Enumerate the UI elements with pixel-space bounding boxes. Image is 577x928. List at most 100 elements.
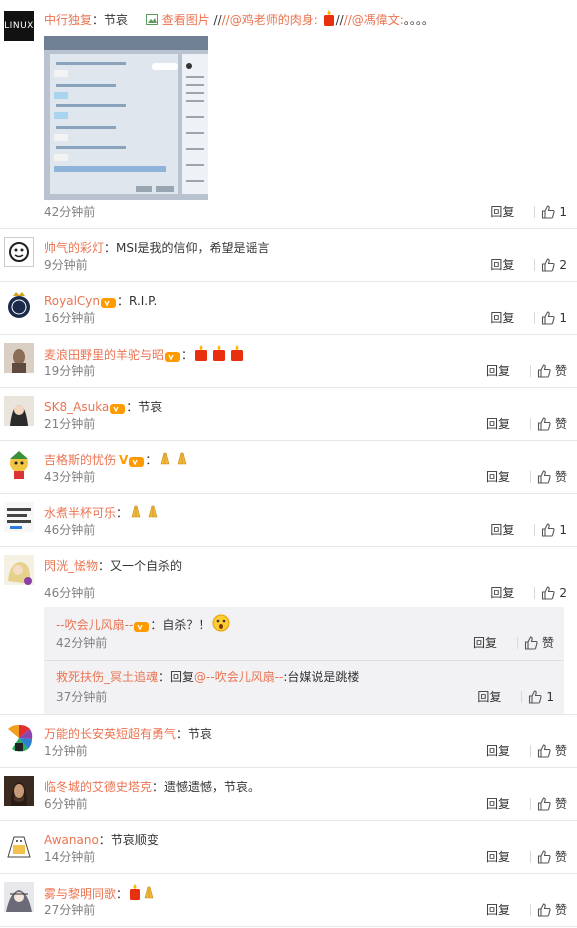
timestamp: 16分钟前 bbox=[44, 311, 96, 325]
comment-tail: 。。。。 bbox=[403, 13, 434, 27]
avatar[interactable] bbox=[4, 449, 34, 479]
comment-meta: 16分钟前 回复 1 bbox=[44, 310, 567, 326]
vip-badge-icon bbox=[165, 350, 181, 362]
avatar[interactable] bbox=[4, 290, 34, 320]
like-label: 赞 bbox=[554, 744, 567, 758]
timestamp: 27分钟前 bbox=[44, 903, 96, 917]
divider bbox=[521, 691, 523, 703]
verified-v-icon: V bbox=[119, 453, 129, 467]
avatar[interactable] bbox=[4, 829, 34, 859]
comment-actions: 回复 赞 bbox=[473, 635, 554, 651]
username-link[interactable]: Awanano bbox=[44, 833, 99, 847]
thumbs-up-icon bbox=[537, 364, 551, 378]
username-link[interactable]: 水煮半杯可乐 bbox=[44, 506, 116, 520]
like-button[interactable]: 1 bbox=[528, 689, 554, 705]
comment-item: 水煮半杯可乐： 46分钟前 回复 1 bbox=[0, 494, 577, 547]
candle-emoji bbox=[322, 10, 336, 31]
reply-button[interactable]: 回复 bbox=[490, 204, 514, 220]
username-link[interactable]: 中行独复 bbox=[44, 13, 92, 27]
comment-item: LINUX 中行独复：节哀 查看图片 ////@鸡老师的肉身: ////@馮偉文… bbox=[0, 0, 577, 229]
like-button[interactable]: 2 bbox=[541, 257, 567, 273]
reply-button[interactable]: 回复 bbox=[486, 363, 510, 379]
username-link[interactable]: --吹会儿风扇-- bbox=[56, 618, 133, 632]
username-link[interactable]: 麦浪田野里的羊驼与昭 bbox=[44, 348, 164, 362]
like-button[interactable]: 2 bbox=[541, 585, 567, 601]
shocked-emoji bbox=[212, 614, 230, 637]
comment-meta: 9分钟前 回复 2 bbox=[44, 257, 567, 273]
avatar[interactable] bbox=[4, 723, 34, 753]
comment-text: 节哀 bbox=[104, 13, 129, 27]
comment-actions: 回复 赞 bbox=[486, 363, 567, 379]
colon: ： bbox=[92, 13, 105, 27]
username-link[interactable]: 雾与黎明同歌 bbox=[44, 887, 116, 901]
reply-button[interactable]: 回复 bbox=[490, 310, 514, 326]
mention-link[interactable]: @--吹会儿风扇-- bbox=[194, 670, 283, 684]
avatar[interactable] bbox=[4, 343, 34, 373]
username-link[interactable]: 救死扶伤_冥土追魂 bbox=[56, 670, 158, 684]
like-button[interactable]: 赞 bbox=[537, 363, 567, 379]
comment-item: SK8_Asuka ：节哀 21分钟前 回复 赞 bbox=[0, 388, 577, 441]
avatar[interactable] bbox=[4, 237, 34, 267]
timestamp: 42分钟前 bbox=[56, 636, 108, 650]
thumbs-up-icon bbox=[537, 417, 551, 431]
view-image-link[interactable]: 查看图片 bbox=[162, 13, 210, 27]
comment-text-line: 临冬城的艾德史塔克：遗憾遗憾，节哀。 bbox=[44, 778, 567, 796]
thumbs-up-icon bbox=[537, 744, 551, 758]
like-button[interactable]: 赞 bbox=[537, 849, 567, 865]
reply-button[interactable]: 回复 bbox=[477, 689, 501, 705]
avatar[interactable] bbox=[4, 502, 34, 532]
like-button[interactable]: 赞 bbox=[537, 743, 567, 759]
like-button[interactable]: 赞 bbox=[537, 469, 567, 485]
reply-button[interactable]: 回复 bbox=[490, 585, 514, 601]
username-link[interactable]: 万能的长安英短超有勇气 bbox=[44, 727, 176, 741]
comment-text: 又一个自杀的 bbox=[110, 559, 183, 573]
avatar[interactable] bbox=[4, 555, 34, 585]
reply-button[interactable]: 回复 bbox=[490, 522, 514, 538]
username-link[interactable]: 吉格斯的忧伤 bbox=[44, 453, 116, 467]
colon: ： bbox=[176, 727, 189, 741]
timestamp: 37分钟前 bbox=[56, 690, 108, 704]
reply-button[interactable]: 回复 bbox=[486, 743, 510, 759]
forward-prefix: // bbox=[213, 13, 222, 27]
username-link[interactable]: 帅气的彩灯 bbox=[44, 241, 104, 255]
comment-text: :台媒说是跳楼 bbox=[283, 670, 360, 684]
like-button[interactable]: 赞 bbox=[537, 416, 567, 432]
comment-meta: 27分钟前 回复 赞 bbox=[44, 902, 567, 918]
comment-text-line: --吹会儿风扇-- ：自杀？！ bbox=[56, 614, 554, 637]
mention-link[interactable]: //@馮偉文: bbox=[344, 13, 404, 27]
avatar[interactable] bbox=[4, 396, 34, 426]
comment-text-line: RoyalCyn ：R.I.P. bbox=[44, 292, 567, 310]
reply-button[interactable]: 回复 bbox=[486, 796, 510, 812]
avatar[interactable]: LINUX bbox=[4, 11, 34, 41]
timestamp: 19分钟前 bbox=[44, 364, 96, 378]
colon: ： bbox=[98, 833, 111, 847]
reply-button[interactable]: 回复 bbox=[473, 635, 497, 651]
like-button[interactable]: 赞 bbox=[524, 635, 554, 651]
reply-button[interactable]: 回复 bbox=[486, 416, 510, 432]
like-button[interactable]: 1 bbox=[541, 522, 567, 538]
attached-image[interactable] bbox=[44, 36, 208, 200]
like-label: 赞 bbox=[554, 417, 567, 431]
username-link[interactable]: SK8_Asuka bbox=[44, 400, 109, 414]
like-button[interactable]: 赞 bbox=[537, 796, 567, 812]
reply-button[interactable]: 回复 bbox=[486, 902, 510, 918]
like-button[interactable]: 1 bbox=[541, 310, 567, 326]
reply-button[interactable]: 回复 bbox=[486, 469, 510, 485]
username-link[interactable]: 閃洸_恡物 bbox=[44, 559, 98, 573]
comment-meta: 1分钟前 回复 赞 bbox=[44, 743, 567, 759]
comment-item: Awanano：节哀顺变 14分钟前 回复 赞 bbox=[0, 821, 577, 874]
username-link[interactable]: RoyalCyn bbox=[44, 294, 100, 308]
forward-prefix: // bbox=[335, 13, 344, 27]
divider bbox=[529, 851, 531, 863]
mention-link[interactable]: //@鸡老师的肉身: bbox=[222, 13, 318, 27]
avatar[interactable] bbox=[4, 776, 34, 806]
username-link[interactable]: 临冬城的艾德史塔克 bbox=[44, 780, 152, 794]
like-button[interactable]: 赞 bbox=[537, 902, 567, 918]
comment-actions: 回复 赞 bbox=[486, 796, 567, 812]
like-label: 赞 bbox=[554, 364, 567, 378]
reply-button[interactable]: 回复 bbox=[490, 257, 514, 273]
thumbs-up-icon bbox=[542, 205, 555, 219]
like-button[interactable]: 1 bbox=[541, 204, 567, 220]
reply-button[interactable]: 回复 bbox=[486, 849, 510, 865]
avatar[interactable] bbox=[4, 882, 34, 912]
